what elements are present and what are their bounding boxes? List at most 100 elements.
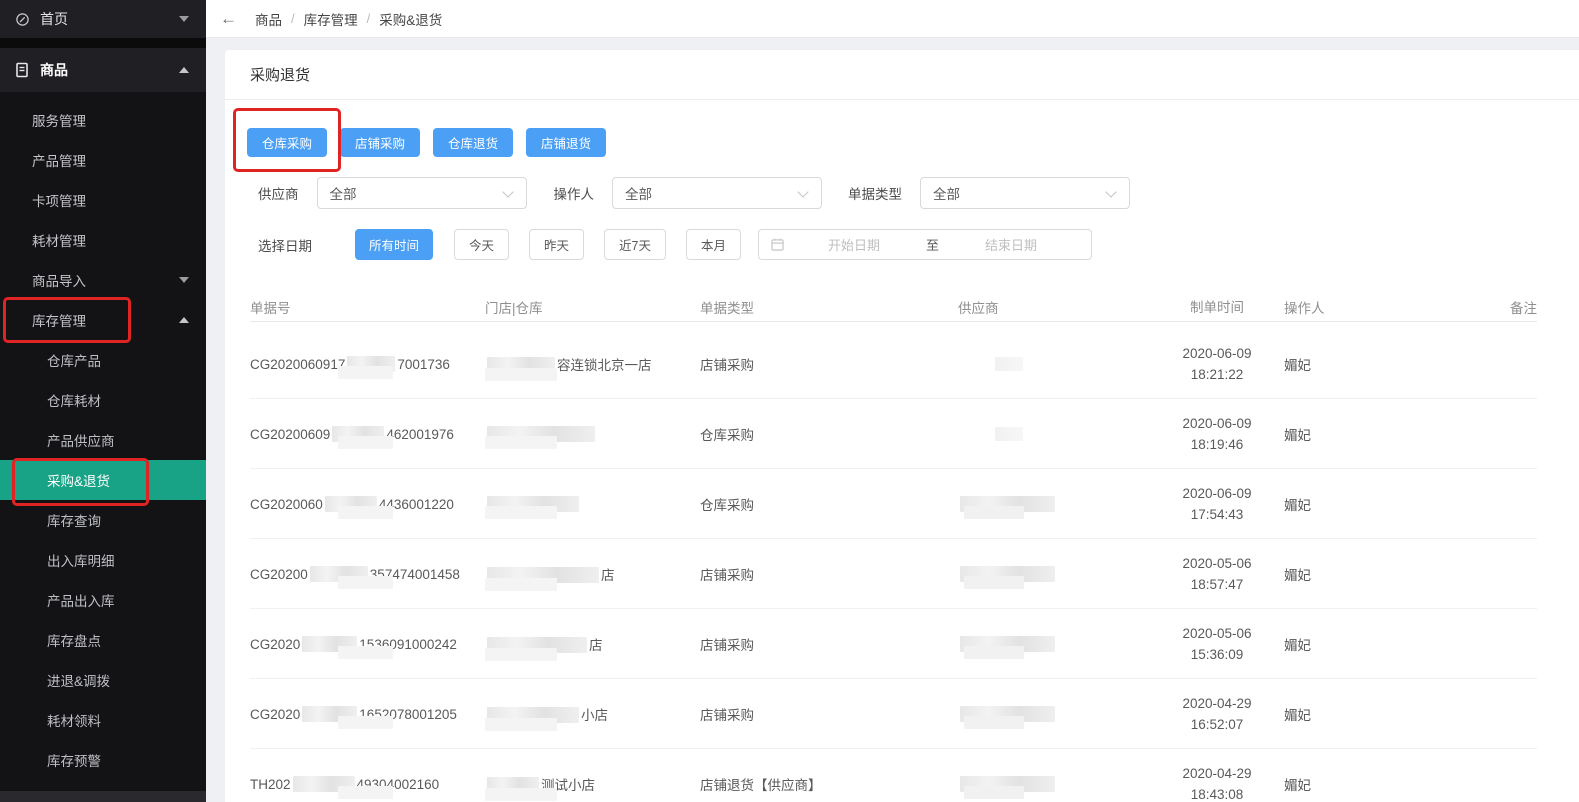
date-quick-all-time[interactable]: 所有时间 (355, 229, 434, 260)
supplier-filter-value: 全部 (329, 187, 357, 202)
table-row[interactable]: CG2020 1536091000242 店 店铺采购 2020-05-06 15:… (250, 609, 1537, 679)
back-arrow-icon[interactable]: ← (220, 10, 237, 27)
orders-table: 单据号 门店|仓库 单据类型 供应商 制单时间 操作人 备注 CG2020060… (225, 293, 1579, 802)
cell-supplier (958, 356, 1150, 371)
table-row[interactable]: CG20200 357474001458 店 店铺采购 2020-05-06 18:… (250, 539, 1537, 609)
app-window: 首页 商品 服务管理 产品管理 卡项管理 耗材管理 商品导入 库存管理 仓库产品… (0, 0, 1579, 802)
sidebar-item-商品导入[interactable]: 商品导入 (0, 260, 206, 300)
redaction-smudge (338, 575, 393, 589)
table-row[interactable]: TH202 49304002160 测试小店 店铺退货【供应商】 2020-04-… (250, 749, 1537, 802)
sidebar-item-服务管理[interactable]: 服务管理 (0, 100, 206, 140)
end-date-placeholder[interactable]: 结束日期 (943, 235, 1079, 254)
sidebar-item-库存盘点[interactable]: 库存盘点 (0, 620, 206, 660)
header-doc-type: 单据类型 (700, 301, 754, 316)
redaction-smudge (485, 577, 557, 591)
chevron-up-icon (179, 67, 189, 73)
table-row[interactable]: CG2020060917 7001736 容连锁北京一店 店铺采购 2020-06… (250, 329, 1537, 399)
sidebar-item-出入库明细[interactable]: 出入库明细 (0, 540, 206, 580)
cell-operator: 媚妃 (1284, 357, 1311, 373)
sidebar-item-home[interactable]: 首页 (0, 0, 206, 38)
date-quick-last7days[interactable]: 近7天 (604, 229, 666, 260)
breadcrumb: ← 商品 / 库存管理 / 采购&退货 (206, 0, 1579, 38)
sidebar-item-卡项管理[interactable]: 卡项管理 (0, 180, 206, 220)
table-row[interactable]: CG20200609 462001976 仓库采购 2020-06-09 18:19… (250, 399, 1537, 469)
operator-filter-select[interactable]: 全部 (612, 177, 822, 209)
table-row[interactable]: CG2020060 4436001220 仓库采购 2020-06-09 17:54… (250, 469, 1537, 539)
redaction-smudge (338, 645, 393, 659)
cell-create-time: 2020-06-09 17:54:43 (1182, 485, 1252, 522)
supplier-filter-select[interactable]: 全部 (316, 177, 527, 209)
breadcrumb-item-current: 采购&退货 (379, 12, 443, 28)
sidebar-item-仓库耗材[interactable]: 仓库耗材 (0, 380, 206, 420)
date-quick-today[interactable]: 今天 (454, 229, 510, 260)
sidebar-item-库存预警[interactable]: 库存预警 (0, 740, 206, 780)
warehouse-return-button[interactable]: 仓库退货 (433, 128, 513, 157)
sidebar-item-label: 采购&退货 (47, 474, 111, 489)
sidebar-item-进退&调拨[interactable]: 进退&调拨 (0, 660, 206, 700)
redaction-smudge (338, 505, 393, 519)
sidebar-item-库存查询[interactable]: 库存查询 (0, 500, 206, 540)
sidebar-item-label: 进退&调拨 (47, 674, 111, 689)
cell-store: 店 (485, 634, 700, 661)
date-quick-yesterday[interactable]: 昨天 (529, 229, 585, 260)
sidebar-item-仓库产品[interactable]: 仓库产品 (0, 340, 206, 380)
cell-create-time: 2020-04-29 18:43:08 (1182, 765, 1252, 802)
cell-create-time: 2020-05-06 18:57:47 (1182, 555, 1252, 592)
sidebar-scroll-strip[interactable] (0, 791, 206, 802)
sidebar-item-产品出入库[interactable]: 产品出入库 (0, 580, 206, 620)
sidebar-item-label: 库存查询 (47, 514, 101, 529)
store-return-button[interactable]: 店铺退货 (526, 128, 606, 157)
cell-store (485, 425, 700, 449)
chevron-down-icon (179, 277, 189, 283)
redaction-smudge (485, 787, 557, 801)
sidebar-item-耗材管理[interactable]: 耗材管理 (0, 220, 206, 260)
header-remark: 备注 (1510, 301, 1537, 316)
sidebar-item-label: 库存管理 (32, 314, 86, 329)
header-doc-number: 单据号 (250, 301, 291, 316)
sidebar: 首页 商品 服务管理 产品管理 卡项管理 耗材管理 商品导入 库存管理 仓库产品… (0, 0, 206, 802)
redaction-smudge (485, 367, 557, 381)
sidebar-item-label: 仓库产品 (47, 354, 101, 369)
cell-create-time: 2020-06-09 18:19:46 (1182, 415, 1252, 452)
cell-doc-number: CG2020060 4436001220 (250, 495, 485, 519)
sidebar-item-库存管理[interactable]: 库存管理 (0, 300, 206, 340)
doc-type-filter-label: 单据类型 (848, 187, 902, 202)
cell-supplier (958, 565, 1150, 589)
sidebar-item-产品供应商[interactable]: 产品供应商 (0, 420, 206, 460)
sidebar-item-label: 产品出入库 (47, 594, 115, 609)
cell-operator: 媚妃 (1284, 427, 1311, 443)
warehouse-purchase-button[interactable]: 仓库采购 (247, 128, 327, 157)
redaction-smudge (485, 647, 557, 661)
chevron-down-icon (797, 186, 809, 198)
table-row[interactable]: CG2020 1652078001205 小店 店铺采购 2020-04-29 16… (250, 679, 1537, 749)
sidebar-item-耗材领料[interactable]: 耗材领料 (0, 700, 206, 740)
cell-create-time: 2020-06-09 18:21:22 (1182, 345, 1252, 382)
date-quick-this-month[interactable]: 本月 (686, 229, 742, 260)
sidebar-item-产品管理[interactable]: 产品管理 (0, 140, 206, 180)
content-card: 采购退货 仓库采购 店铺采购 仓库退货 店铺退货 供应商 全部 操作人 全部 单… (225, 50, 1579, 802)
doc-type-filter-select[interactable]: 全部 (920, 177, 1130, 209)
cell-operator: 媚妃 (1284, 497, 1311, 513)
date-range-input[interactable]: 开始日期 至 结束日期 (758, 229, 1093, 260)
cell-doc-type: 店铺采购 (700, 637, 754, 653)
sidebar-item-采购&退货[interactable]: 采购&退货 (0, 460, 206, 500)
cell-doc-type: 仓库采购 (700, 427, 754, 443)
store-purchase-button[interactable]: 店铺采购 (340, 128, 420, 157)
redaction-smudge (338, 715, 393, 729)
cell-supplier (958, 635, 1150, 659)
cell-doc-number: CG20200609 462001976 (250, 425, 485, 449)
sidebar-item-label: 仓库耗材 (47, 394, 101, 409)
table-body: CG2020060917 7001736 容连锁北京一店 店铺采购 2020-06… (250, 329, 1537, 802)
cell-doc-type: 店铺采购 (700, 707, 754, 723)
breadcrumb-item-goods[interactable]: 商品 (255, 9, 282, 29)
sidebar-item-goods[interactable]: 商品 (0, 48, 206, 92)
operator-filter-value: 全部 (625, 187, 652, 202)
cell-store: 小店 (485, 704, 700, 731)
redaction-smudge (964, 575, 1024, 589)
redaction-smudge (338, 435, 393, 449)
breadcrumb-item-inventory[interactable]: 库存管理 (304, 9, 358, 29)
start-date-placeholder[interactable]: 开始日期 (786, 235, 922, 254)
sidebar-item-label: 产品管理 (32, 154, 86, 169)
header-store-warehouse: 门店|仓库 (485, 301, 543, 316)
redaction-smudge (964, 715, 1024, 729)
